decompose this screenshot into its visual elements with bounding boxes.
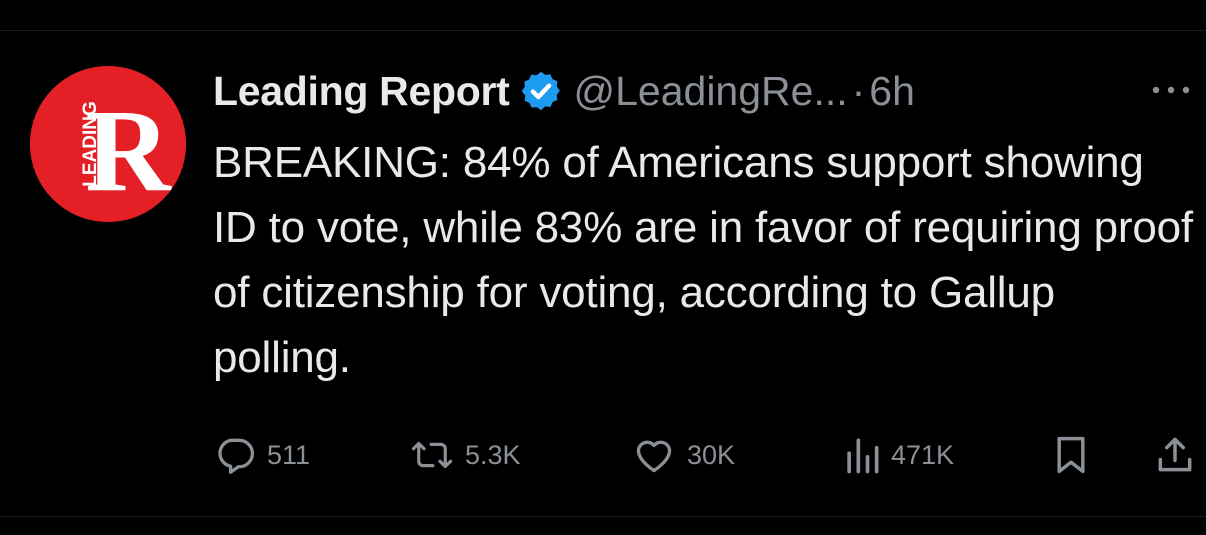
like-button[interactable]: 30K xyxy=(631,430,735,480)
repost-count: 5.3K xyxy=(465,439,521,470)
top-divider xyxy=(0,30,1206,31)
action-bar: 511 5.3K 30K 471K xyxy=(213,430,1198,480)
bookmark-icon xyxy=(1051,433,1091,477)
header-separator: · xyxy=(851,67,866,114)
share-icon xyxy=(1153,433,1197,477)
reply-button[interactable]: 511 xyxy=(213,430,310,480)
avatar[interactable]: LEADING R xyxy=(30,66,186,222)
bottom-divider xyxy=(0,516,1206,517)
reply-count: 511 xyxy=(267,439,311,470)
share-button[interactable] xyxy=(1153,430,1197,480)
tweet-header: Leading Report @LeadingRe... · 6h xyxy=(213,62,915,120)
like-count: 30K xyxy=(687,439,736,470)
bookmark-button[interactable] xyxy=(1051,430,1091,480)
reply-icon xyxy=(213,433,257,477)
views-count: 471K xyxy=(891,439,955,470)
repost-button[interactable]: 5.3K xyxy=(409,430,521,480)
views-button[interactable]: 471K xyxy=(843,430,954,480)
repost-icon xyxy=(409,433,455,477)
avatar-letter: R xyxy=(85,85,172,216)
author-handle[interactable]: @LeadingRe... xyxy=(573,68,847,115)
timestamp[interactable]: 6h xyxy=(869,68,915,115)
tweet-text: BREAKING: 84% of Americans support showi… xyxy=(213,138,1193,382)
heart-icon xyxy=(631,433,677,477)
views-icon xyxy=(843,433,881,477)
verified-badge-icon xyxy=(519,69,563,113)
author-display-name[interactable]: Leading Report xyxy=(213,68,510,115)
more-icon[interactable] xyxy=(1148,80,1194,100)
